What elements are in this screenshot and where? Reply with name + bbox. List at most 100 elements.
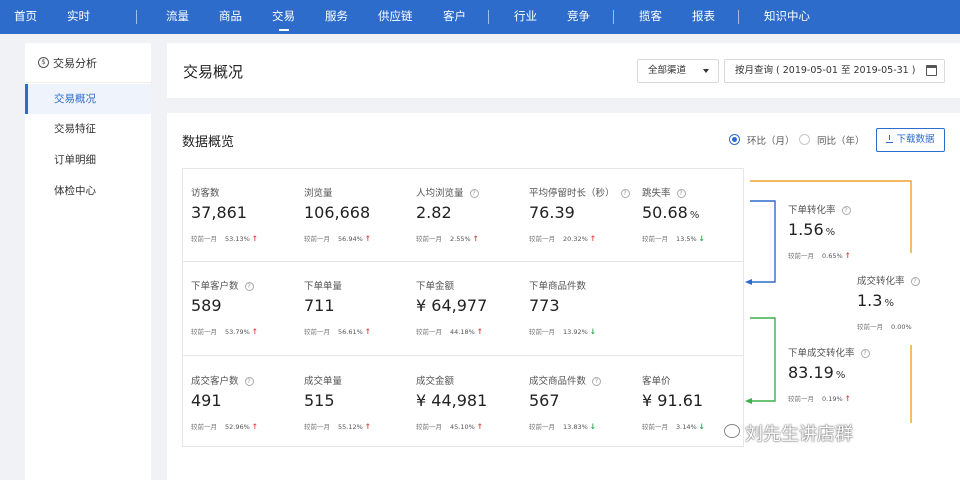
- metric-card[interactable]: 跳失率? 50.68% 较前一月 13.5% ↓: [642, 185, 752, 255]
- comparison-label: 较前一月: [191, 235, 217, 243]
- conversion-metric[interactable]: 下单成交转化率? 83.19% 较前一月 0.19% ↑: [788, 345, 898, 415]
- comparison-label: 较前一月: [416, 423, 442, 431]
- metric-label: 跳失率?: [642, 185, 686, 199]
- metric-label: 下单商品件数: [529, 278, 586, 292]
- radio-mom-label: 环比（月）: [747, 136, 795, 147]
- metric-comparison: 较前一月 53.79% ↑: [191, 326, 258, 336]
- page-title: 交易概况: [183, 63, 244, 81]
- metric-unit: %: [884, 298, 894, 309]
- comparison-percent: 3.14%: [676, 423, 697, 431]
- nav-item-customers[interactable]: 客户: [443, 0, 466, 34]
- metric-label: 成交商品件数?: [529, 373, 602, 387]
- nav-item-traffic[interactable]: 流量: [166, 0, 189, 34]
- comparison-percent: 52.96%: [225, 423, 250, 431]
- metric-unit: %: [825, 227, 836, 238]
- metric-value: ¥ 44,981: [416, 391, 487, 410]
- metric-card[interactable]: 访客数 37,861 较前一月 53.13% ↑: [191, 185, 301, 255]
- metric-value: 589: [191, 296, 222, 315]
- help-icon[interactable]: ?: [244, 377, 254, 386]
- metric-label-text: 下单客户数: [191, 281, 239, 292]
- chevron-down-icon: [703, 69, 709, 73]
- metric-value: 491: [191, 391, 222, 410]
- sidebar-item-features[interactable]: 交易特征: [25, 114, 151, 144]
- metric-label-text: 下单单量: [304, 281, 343, 292]
- channel-select[interactable]: 全部渠道: [637, 59, 719, 83]
- nav-item-realtime[interactable]: 实时: [67, 0, 90, 34]
- date-range-picker[interactable]: 按月查询 ( 2019-05-01 至 2019-05-31 ): [724, 59, 945, 83]
- metric-label-text: 成交金额: [416, 376, 455, 387]
- metric-value-text: ¥ 64,977: [416, 296, 488, 315]
- nav-item-supply-chain[interactable]: 供应链: [378, 0, 413, 34]
- help-icon[interactable]: ?: [860, 349, 870, 358]
- sidebar-item-overview[interactable]: 交易概况: [25, 84, 151, 114]
- nav-item-knowledge-center[interactable]: 知识中心: [764, 0, 810, 34]
- conversion-metric[interactable]: 成交转化率? 1.3% 较前一月 0.00%: [857, 273, 960, 343]
- metric-label-text: 成交客户数: [191, 376, 239, 387]
- metric-value: 1.56%: [788, 220, 835, 239]
- metric-value-text: 1.3: [857, 291, 883, 310]
- nav-item-reports[interactable]: 报表: [692, 0, 715, 34]
- download-icon: [886, 135, 894, 143]
- metric-card[interactable]: 下单客户数? 589 较前一月 53.79% ↑: [191, 278, 301, 348]
- metric-label-text: 跳失率: [642, 188, 671, 199]
- sidebar-header[interactable]: $ 交易分析: [25, 43, 151, 83]
- metric-card[interactable]: 成交单量 515 较前一月 55.12% ↑: [304, 373, 414, 443]
- top-nav: 首页 实时 流量 商品 交易 服务 供应链 客户 行业 竞争 揽客 报表 知识中…: [0, 0, 960, 34]
- metric-value-text: 37,861: [191, 203, 247, 222]
- radio-yoy[interactable]: [799, 134, 810, 145]
- metric-comparison: 较前一月 56.61% ↑: [304, 326, 371, 336]
- metric-card[interactable]: 下单金额 ¥ 64,977 较前一月 44.18% ↑: [416, 278, 526, 348]
- metric-comparison: 较前一月 52.96% ↑: [191, 421, 258, 431]
- metric-card[interactable]: 下单商品件数 773 较前一月 13.92% ↓: [529, 278, 639, 348]
- metric-card[interactable]: 下单单量 711 较前一月 56.61% ↑: [304, 278, 414, 348]
- metric-value-text: 50.68: [642, 203, 688, 222]
- date-range-value: 按月查询 ( 2019-05-01 至 2019-05-31 ): [735, 65, 916, 76]
- nav-item-industry[interactable]: 行业: [514, 0, 537, 34]
- comparison-percent: 0.65%: [822, 252, 843, 260]
- sidebar-item-health-check[interactable]: 体检中心: [25, 176, 151, 206]
- help-icon[interactable]: ?: [676, 189, 686, 198]
- metric-card[interactable]: 浏览量 106,668 较前一月 56.94% ↑: [304, 185, 414, 255]
- metric-card[interactable]: 人均浏览量? 2.82 较前一月 2.55% ↑: [416, 185, 526, 255]
- metric-card[interactable]: 平均停留时长（秒）? 76.39 较前一月 20.32% ↑: [529, 185, 639, 255]
- metric-comparison: 较前一月 53.13% ↑: [191, 233, 258, 243]
- metric-label: 成交金额: [416, 373, 454, 387]
- arrow-up-icon: ↑: [844, 394, 851, 403]
- help-icon[interactable]: ?: [592, 377, 602, 386]
- nav-item-service[interactable]: 服务: [325, 0, 348, 34]
- arrow-up-icon: ↑: [589, 234, 597, 243]
- metric-comparison: 较前一月 2.55% ↑: [416, 233, 479, 243]
- metric-label-text: 访客数: [191, 188, 220, 199]
- comparison-label: 较前一月: [529, 328, 555, 336]
- comparison-label: 较前一月: [191, 423, 217, 431]
- help-icon[interactable]: ?: [620, 189, 630, 198]
- nav-item-home[interactable]: 首页: [14, 0, 37, 34]
- metric-card[interactable]: 成交金额 ¥ 44,981 较前一月 45.10% ↑: [416, 373, 526, 443]
- help-icon[interactable]: ?: [244, 282, 254, 291]
- metric-value: 37,861: [191, 203, 247, 222]
- help-icon[interactable]: ?: [841, 206, 851, 215]
- metric-value: 567: [529, 391, 560, 410]
- conversion-metric[interactable]: 下单转化率? 1.56% 较前一月 0.65% ↑: [788, 202, 898, 272]
- radio-mom[interactable]: [729, 134, 740, 145]
- metric-card[interactable]: 成交商品件数? 567 较前一月 13.83% ↓: [529, 373, 639, 443]
- nav-item-competition[interactable]: 竞争: [567, 0, 590, 34]
- page-header: 交易概况 全部渠道 按月查询 ( 2019-05-01 至 2019-05-31…: [167, 43, 960, 98]
- comparison-percent: 56.94%: [338, 235, 363, 243]
- metric-label: 下单单量: [304, 278, 342, 292]
- metric-value-text: 515: [304, 391, 335, 410]
- nav-item-transactions[interactable]: 交易: [272, 0, 295, 34]
- download-button[interactable]: 下载数据: [876, 128, 945, 152]
- help-icon[interactable]: ?: [469, 189, 479, 198]
- nav-item-products[interactable]: 商品: [219, 0, 242, 34]
- metric-value: ¥ 91.61: [642, 391, 703, 410]
- arrow-up-icon: ↑: [364, 234, 372, 243]
- metric-card[interactable]: 成交客户数? 491 较前一月 52.96% ↑: [191, 373, 301, 443]
- arrow-up-icon: ↑: [472, 234, 479, 243]
- metric-value: 515: [304, 391, 335, 410]
- help-icon[interactable]: ?: [910, 277, 920, 286]
- sidebar-item-order-details[interactable]: 订单明细: [25, 145, 151, 175]
- metric-label: 下单成交转化率?: [788, 345, 870, 359]
- nav-item-acquisition[interactable]: 揽客: [639, 0, 662, 34]
- row-divider: [183, 355, 743, 356]
